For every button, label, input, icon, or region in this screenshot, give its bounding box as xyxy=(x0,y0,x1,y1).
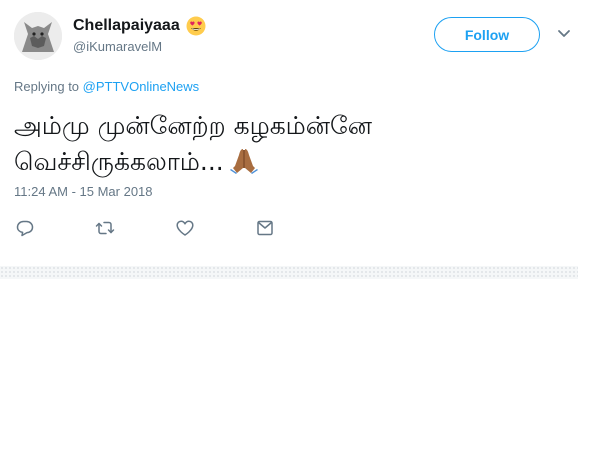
tweet-text-line-2-row: வெச்சிருக்கலாம்... xyxy=(14,144,574,180)
tweet-text: அம்மு முன்னேற்ற கழகம்ன்னே வெச்சிருக்கலாம… xyxy=(14,108,574,180)
folded-hands-emoji-icon xyxy=(229,149,258,174)
replying-to-label: Replying to xyxy=(14,79,80,94)
display-name[interactable]: Chellapaiyaaa xyxy=(73,17,180,35)
avatar[interactable] xyxy=(14,12,62,60)
reply-target-link[interactable]: @PTTVOnlineNews xyxy=(83,79,200,94)
section-separator xyxy=(0,266,578,279)
display-name-row[interactable]: Chellapaiyaaa xyxy=(73,16,206,36)
tweet-card: Chellapaiyaaa @iKumaravelM Follow Replyi… xyxy=(0,0,600,450)
tweet-text-line-1: அம்மு முன்னேற்ற கழகம்ன்னே xyxy=(14,111,373,140)
follow-button[interactable]: Follow xyxy=(434,17,540,52)
tweet-text-line-2: வெச்சிருக்கலாம்... xyxy=(14,147,224,176)
retweet-icon[interactable] xyxy=(95,219,115,237)
chevron-down-icon[interactable] xyxy=(557,29,571,39)
replying-to: Replying to @PTTVOnlineNews xyxy=(14,79,199,94)
user-handle[interactable]: @iKumaravelM xyxy=(73,39,162,54)
heart-eyes-emoji-icon xyxy=(186,16,206,36)
tweet-timestamp[interactable]: 11:24 AM - 15 Mar 2018 xyxy=(14,184,153,199)
heart-icon[interactable] xyxy=(175,219,195,237)
reply-icon[interactable] xyxy=(15,219,35,237)
envelope-icon[interactable] xyxy=(255,219,275,237)
avatar-image xyxy=(14,12,62,60)
